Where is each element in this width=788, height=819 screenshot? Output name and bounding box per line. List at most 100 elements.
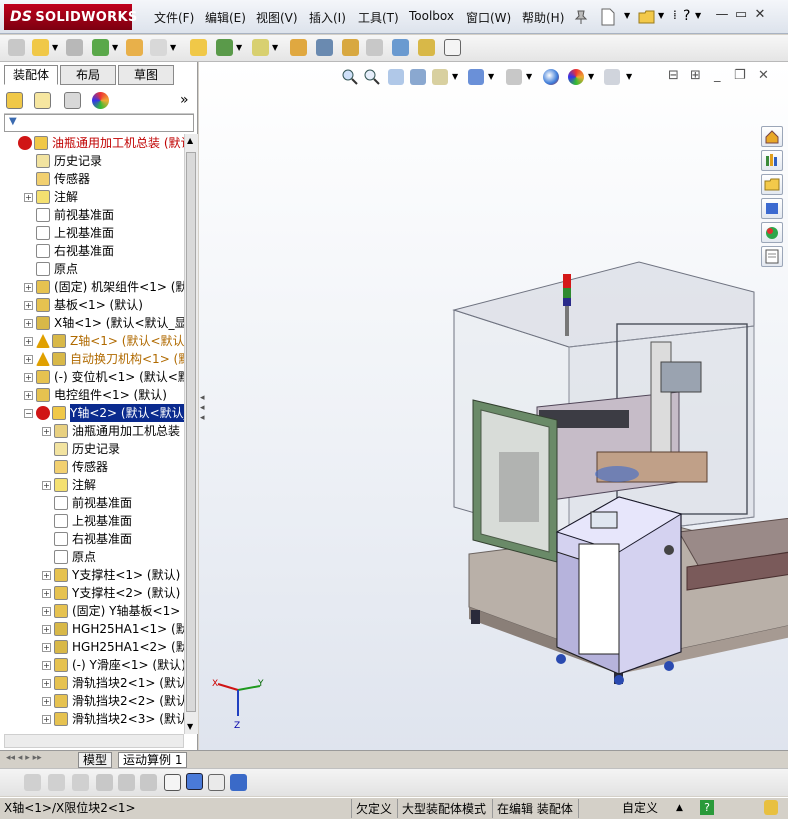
mate-dropdown-icon[interactable]: ▼	[52, 43, 58, 52]
menu-file[interactable]: 文件(F)	[154, 9, 194, 26]
new-document-icon[interactable]	[600, 8, 616, 26]
tree-row[interactable]: − Y轴<2> (默认<默认_显	[0, 404, 184, 422]
doc-minimize-icon[interactable]: _	[714, 68, 721, 83]
tab-scroll-arrows-icon[interactable]: ◂◂ ◂ ▸ ▸▸	[6, 753, 42, 763]
tree-expand-toggle[interactable]: +	[42, 589, 51, 598]
menu-edit[interactable]: 编辑(E)	[205, 9, 246, 26]
file-explorer-icon[interactable]	[761, 174, 783, 195]
doc-restore-icon[interactable]: ❐	[734, 68, 746, 83]
graphics-area[interactable]	[199, 62, 788, 752]
tree-row[interactable]: 右视基准面	[0, 530, 184, 548]
show-dropdown-icon[interactable]: ▼	[170, 43, 176, 52]
tree-row[interactable]: 前视基准面	[0, 206, 184, 224]
zoom-icon[interactable]	[72, 774, 89, 791]
tree-expand-toggle[interactable]: +	[24, 355, 33, 364]
open-dropdown-icon[interactable]: ▼	[658, 11, 664, 20]
tree-expand-toggle[interactable]: +	[24, 283, 33, 292]
view-settings-dropdown-icon[interactable]: ▼	[626, 72, 632, 81]
menu-toolbox[interactable]: Toolbox	[409, 9, 454, 23]
tree-row[interactable]: + 基板<1> (默认)	[0, 296, 184, 314]
hide-show-items-icon[interactable]	[506, 69, 522, 85]
exploded-view-icon[interactable]	[316, 39, 333, 56]
hole-alignment-icon[interactable]	[418, 39, 435, 56]
machine-model-view[interactable]	[199, 62, 788, 752]
tree-expand-toggle[interactable]: +	[42, 625, 51, 634]
menu-insert[interactable]: 插入(I)	[309, 9, 346, 26]
rebuild-icon[interactable]	[764, 800, 778, 815]
motion-dropdown-icon[interactable]: ▼	[272, 43, 278, 52]
menu-tools[interactable]: 工具(T)	[358, 9, 399, 26]
mate-icon[interactable]	[32, 39, 49, 56]
splitter-arrow-icon[interactable]: ◂	[200, 413, 205, 423]
tree-row[interactable]: 历史记录	[0, 152, 184, 170]
explode-line-sketch-icon[interactable]	[342, 39, 359, 56]
tree-filter-field[interactable]: ▼	[4, 114, 194, 132]
tree-horizontal-scrollbar[interactable]	[4, 734, 184, 748]
show-hidden-icon[interactable]	[150, 39, 167, 56]
edit-appearance-icon[interactable]	[543, 69, 559, 85]
tree-row[interactable]: 油瓶通用加工机总装 (默认	[0, 134, 184, 152]
tree-row[interactable]: 历史记录	[0, 440, 184, 458]
refgeom-dropdown-icon[interactable]: ▼	[236, 43, 242, 52]
help-dropdown-icon[interactable]: ▼	[695, 11, 701, 20]
tree-expand-toggle[interactable]: +	[42, 607, 51, 616]
interference-detection-icon[interactable]	[366, 39, 383, 56]
bill-of-materials-icon[interactable]	[290, 39, 307, 56]
tree-row[interactable]: + HGH25HA1<2> (默认<默	[0, 638, 184, 656]
tree-expand-toggle[interactable]: +	[24, 319, 33, 328]
previous-view-icon[interactable]	[388, 69, 404, 85]
tree-scroll-thumb[interactable]	[186, 152, 196, 712]
tree-expand-toggle[interactable]: +	[42, 427, 51, 436]
save-view-icon[interactable]	[230, 774, 247, 791]
tree-row[interactable]: 原点	[0, 548, 184, 566]
clearance-verification-icon[interactable]	[392, 39, 409, 56]
pin-icon[interactable]	[574, 9, 588, 25]
tree-row[interactable]: + (固定) 机架组件<1> (默认	[0, 278, 184, 296]
tree-row[interactable]: + 滑轨挡块2<3> (默认)	[0, 710, 184, 728]
status-help-icon[interactable]: ?	[700, 800, 714, 815]
pan-icon[interactable]	[48, 774, 65, 791]
menu-window[interactable]: 窗口(W)	[466, 9, 511, 26]
hide-show-dropdown-icon[interactable]: ▼	[526, 72, 532, 81]
tree-row[interactable]: + 注解	[0, 188, 184, 206]
feature-tree-tab-icon[interactable]	[6, 92, 23, 109]
tree-expand-toggle[interactable]: +	[24, 391, 33, 400]
move-component-icon[interactable]	[126, 39, 143, 56]
configuration-manager-tab-icon[interactable]	[64, 92, 81, 109]
tree-row[interactable]: 前视基准面	[0, 494, 184, 512]
tree-expand-toggle[interactable]: +	[24, 301, 33, 310]
tree-row[interactable]: + 电控组件<1> (默认)	[0, 386, 184, 404]
display-style-dropdown-icon[interactable]: ▼	[488, 72, 494, 81]
tree-row[interactable]: 上视基准面	[0, 224, 184, 242]
restore-icon[interactable]: ▭	[734, 7, 748, 22]
design-library-icon[interactable]	[761, 150, 783, 171]
menu-view[interactable]: 视图(V)	[256, 9, 298, 26]
tree-row[interactable]: + Y支撑柱<2> (默认)	[0, 584, 184, 602]
home-icon[interactable]	[761, 126, 783, 147]
tab-model[interactable]: 模型	[78, 752, 113, 768]
filter-icon[interactable]: ▼	[9, 116, 17, 127]
tree-expand-toggle[interactable]: +	[42, 643, 51, 652]
tree-row[interactable]: + (-) 变位机<1> (默认<默认	[0, 368, 184, 386]
tree-row[interactable]: + 油瓶通用加工机总装 F	[0, 422, 184, 440]
axes-icon[interactable]	[164, 774, 181, 791]
splitter-arrow-icon[interactable]: ◂	[200, 403, 205, 413]
tile-horizontal-icon[interactable]: ⊟	[668, 68, 679, 83]
status-units[interactable]: 自定义	[622, 798, 658, 818]
solidworks-logo[interactable]: DS SOLIDWORKS	[4, 4, 137, 30]
tree-expand-toggle[interactable]: +	[24, 373, 33, 382]
appearances-icon[interactable]	[761, 222, 783, 243]
minimize-icon[interactable]: —	[715, 7, 729, 22]
linear-pattern-icon[interactable]	[66, 39, 83, 56]
close-icon[interactable]: ✕	[753, 7, 767, 22]
display-manager-tab-icon[interactable]	[92, 92, 109, 109]
tree-expand-toggle[interactable]: +	[42, 481, 51, 490]
tree-row[interactable]: + 注解	[0, 476, 184, 494]
grid-icon[interactable]	[118, 774, 135, 791]
fastener-dropdown-icon[interactable]: ▼	[112, 43, 118, 52]
smart-fasteners-icon[interactable]	[92, 39, 109, 56]
tree-expand-toggle[interactable]: +	[42, 715, 51, 724]
collapse-panel-icon[interactable]: »	[180, 92, 189, 108]
tab-motion-study[interactable]: 运动算例 1	[118, 752, 188, 768]
shaded-view-icon[interactable]	[186, 773, 203, 790]
